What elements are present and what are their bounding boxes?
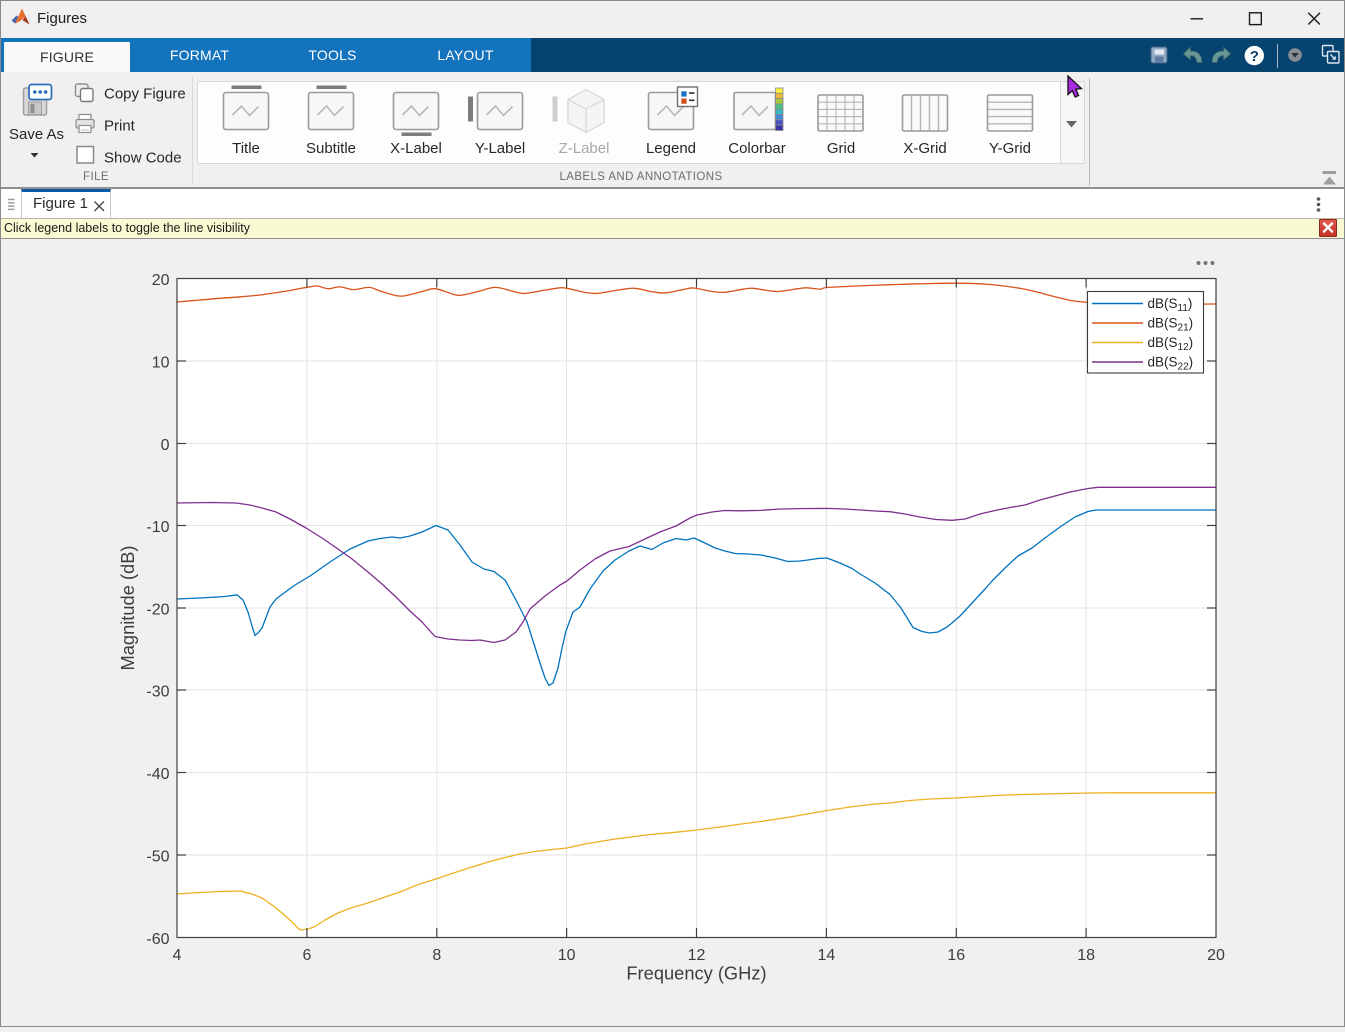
svg-text:Legend: Legend — [646, 140, 696, 157]
svg-text:20: 20 — [152, 272, 170, 289]
svg-text:-40: -40 — [146, 766, 169, 783]
svg-text:Magnitude (dB): Magnitude (dB) — [117, 546, 138, 671]
svg-text:4: 4 — [173, 947, 182, 964]
svg-text:Show Code: Show Code — [104, 150, 182, 167]
svg-text:0: 0 — [161, 437, 170, 454]
svg-text:Y-Label: Y-Label — [475, 140, 525, 157]
svg-text:Z-Label: Z-Label — [559, 140, 610, 157]
svg-text:8: 8 — [432, 947, 441, 964]
svg-text:-50: -50 — [146, 849, 169, 866]
svg-text:-30: -30 — [146, 684, 169, 701]
svg-text:18: 18 — [1077, 947, 1095, 964]
svg-text:Colorbar: Colorbar — [728, 140, 786, 157]
svg-text:Grid: Grid — [827, 140, 855, 157]
svg-text:Subtitle: Subtitle — [306, 140, 356, 157]
svg-text:Copy Figure: Copy Figure — [104, 86, 186, 103]
svg-text:-60: -60 — [146, 931, 169, 948]
svg-text:20: 20 — [1207, 947, 1225, 964]
svg-text:14: 14 — [818, 947, 836, 964]
svg-text:-20: -20 — [146, 602, 169, 619]
svg-text:16: 16 — [947, 947, 965, 964]
svg-text:Save As: Save As — [9, 126, 64, 143]
svg-text:X-Label: X-Label — [390, 140, 442, 157]
svg-text:Title: Title — [232, 140, 260, 157]
svg-text:-10: -10 — [146, 519, 169, 536]
svg-text:6: 6 — [302, 947, 311, 964]
svg-text:Print: Print — [104, 118, 136, 135]
svg-text:10: 10 — [558, 947, 576, 964]
svg-text:?: ? — [1250, 48, 1259, 65]
svg-text:Y-Grid: Y-Grid — [989, 140, 1031, 157]
svg-text:10: 10 — [152, 355, 170, 372]
svg-text:Frequency (GHz): Frequency (GHz) — [626, 963, 766, 984]
svg-text:12: 12 — [688, 947, 706, 964]
svg-text:X-Grid: X-Grid — [903, 140, 946, 157]
